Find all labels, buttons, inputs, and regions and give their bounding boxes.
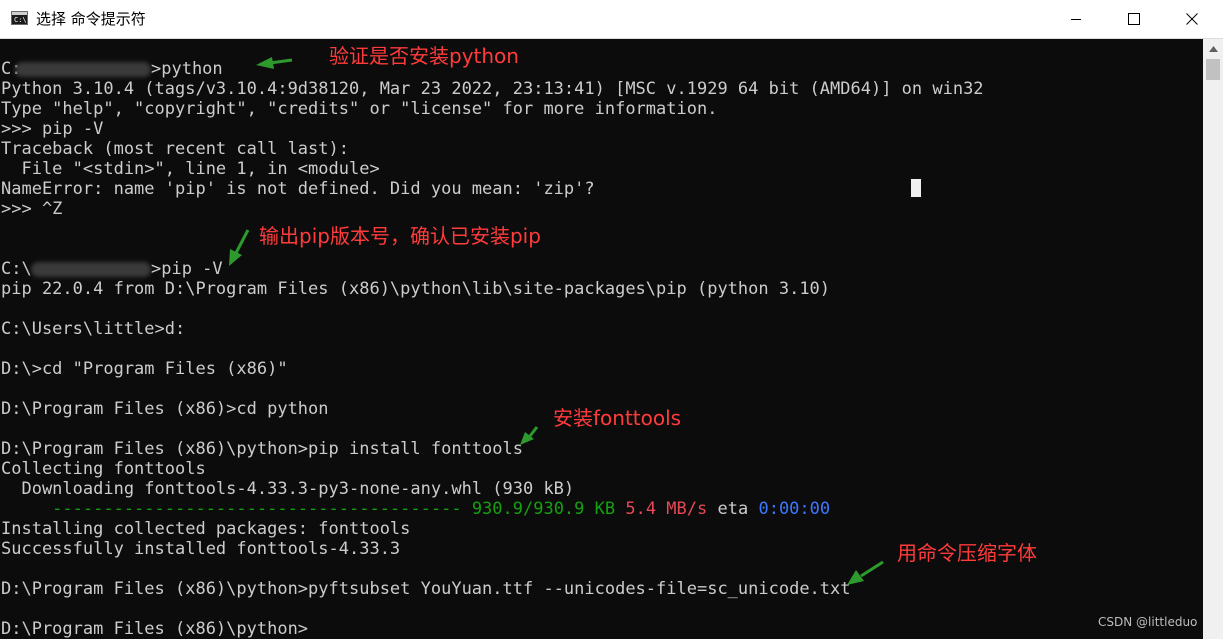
console-line: D:\Program Files (x86)>cd python — [1, 399, 329, 419]
console-line: D:\Program Files (x86)\python>pip instal… — [1, 439, 523, 459]
minimize-button[interactable] — [1047, 0, 1105, 38]
console-line: D:\Program Files (x86)\python>pyftsubset… — [1, 579, 851, 599]
scroll-up-button[interactable] — [1203, 39, 1223, 59]
progress-bar: ---------------------------------------- — [1, 499, 472, 519]
console-line: NameError: name 'pip' is not defined. Di… — [1, 179, 595, 199]
eta-value: 0:00:00 — [758, 499, 831, 519]
annotation-compress-font: 用命令压缩字体 — [897, 541, 1037, 565]
console-line: Traceback (most recent call last): — [1, 139, 349, 159]
console-line: Downloading fonttools-4.33.3-py3-none-an… — [1, 479, 575, 499]
console-line: Python 3.10.4 (tags/v3.10.4:9d38120, Mar… — [1, 79, 984, 99]
annotation-install-fonttools: 安装fonttools — [553, 406, 682, 430]
maximize-button[interactable] — [1105, 0, 1163, 38]
annotation-verify-python: 验证是否安装python — [329, 44, 519, 68]
console-line: C:\ >pip -V — [1, 259, 223, 279]
chevron-up-icon — [1208, 46, 1218, 52]
title-bar[interactable]: C:\ 选择 命令提示符 — [0, 0, 1223, 39]
console-line: D:\>cd "Program Files (x86)" — [1, 359, 288, 379]
annotation-pip-version: 输出pip版本号，确认已安装pip — [259, 224, 541, 248]
redacted-username — [31, 262, 151, 277]
console-prompt-line: D:\Program Files (x86)\python> — [1, 619, 309, 639]
console-line: Type "help", "copyright", "credits" or "… — [1, 99, 718, 119]
vertical-scrollbar[interactable] — [1203, 39, 1223, 639]
close-icon — [1186, 13, 1198, 25]
console-line: >>> pip -V — [1, 119, 104, 139]
download-speed: 5.4 MB/s — [625, 499, 708, 519]
console-line: Successfully installed fonttools-4.33.3 — [1, 539, 401, 559]
console-line: C: >python — [1, 59, 223, 79]
close-button[interactable] — [1163, 0, 1221, 38]
maximize-icon — [1128, 13, 1140, 25]
console-line: File "<stdin>", line 1, in <module> — [1, 159, 380, 179]
progress-line: ----------------------------------------… — [1, 499, 830, 519]
eta-label: eta — [717, 499, 749, 519]
console-line: C:\Users\little>d: — [1, 319, 186, 339]
download-size: 930.9/930.9 KB — [471, 499, 616, 519]
scroll-thumb[interactable] — [1206, 59, 1220, 80]
minimize-icon — [1071, 19, 1081, 20]
csdn-watermark: CSDN @littleduo — [1098, 615, 1198, 629]
cmd-console-icon[interactable]: C:\ — [11, 11, 28, 25]
redacted-username — [15, 62, 151, 77]
window-title: 选择 命令提示符 — [36, 10, 146, 28]
console-line: Installing collected packages: fonttools — [1, 519, 411, 539]
console-line: pip 22.0.4 from D:\Program Files (x86)\p… — [1, 279, 831, 299]
console-line: >>> ^Z — [1, 199, 63, 219]
console-line: Collecting fonttools — [1, 459, 206, 479]
text-cursor — [911, 179, 921, 197]
